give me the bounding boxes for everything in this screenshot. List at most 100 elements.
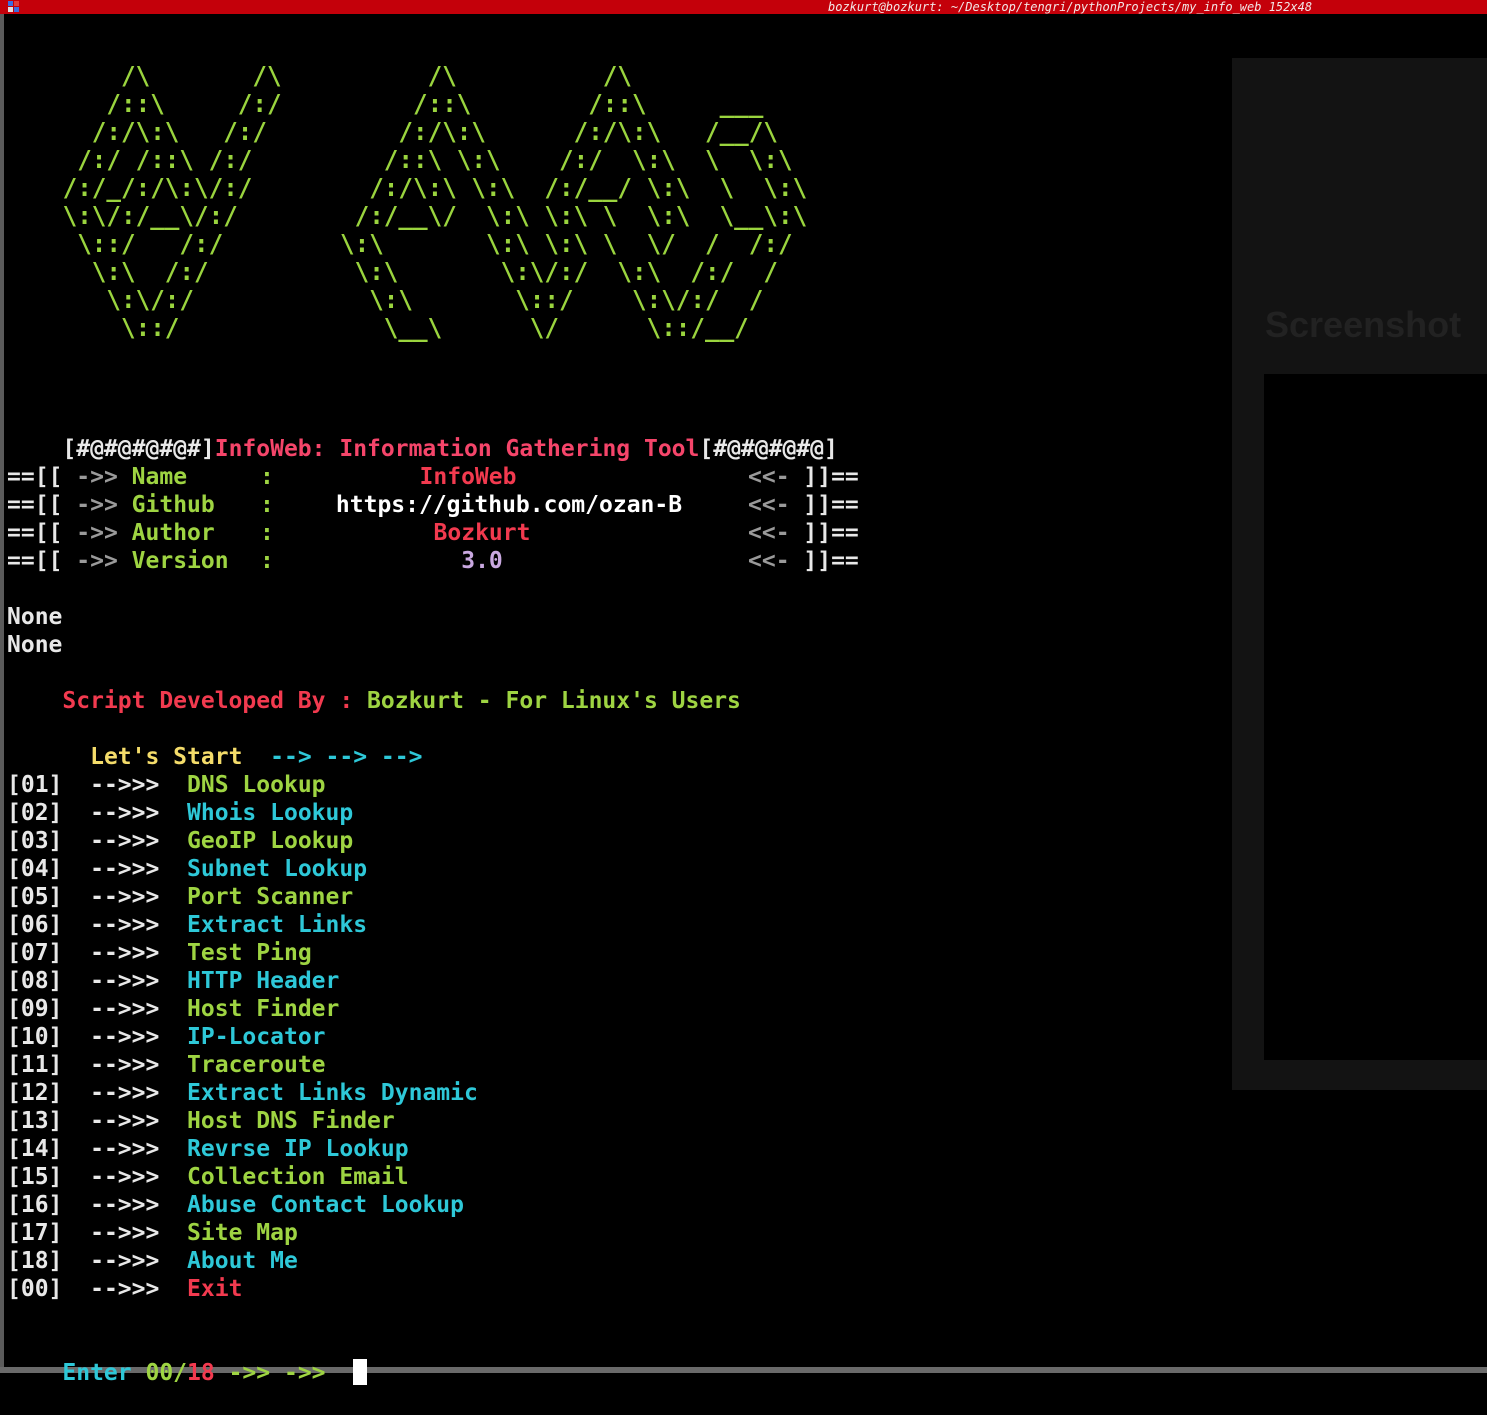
menu-arrow: -->>> (90, 1024, 160, 1050)
menu-item[interactable]: [03] -->>> GeoIP Lookup (7, 827, 353, 855)
menu-item[interactable]: [04] -->>> Subnet Lookup (7, 855, 367, 883)
prompt-range-max: 18 (187, 1360, 215, 1386)
menu-label: Exit (187, 1276, 243, 1302)
info-right-bracket: ]]== (789, 520, 859, 546)
menu-label: GeoIP Lookup (187, 828, 354, 854)
info-row-end: <<- ]]== (748, 519, 859, 547)
start-line: Let's Start --> --> --> (7, 715, 422, 770)
prompt-arrows: ->> ->> (214, 1360, 340, 1386)
menu-number: [01] (7, 772, 63, 798)
menu-label: Revrse IP Lookup (187, 1136, 409, 1162)
info-right-arrow: <<- (748, 520, 790, 546)
menu-number: [15] (7, 1164, 63, 1190)
menu-label: About Me (187, 1248, 298, 1274)
menu-number: [04] (7, 856, 63, 882)
info-row: ==[[ ->> Author: Bozkurt <<- ]]== (7, 519, 867, 547)
ascii-banner: /\ /\ /\ /\ /::\ /:/ /::\ /::\ ___ /:/\:… (62, 61, 808, 342)
menu-arrow: -->>> (90, 1164, 160, 1190)
menu-arrow: -->>> (90, 828, 160, 854)
developer-line: Script Developed By : Bozkurt - For Linu… (7, 659, 741, 714)
menu-item[interactable]: [18] -->>> About Me (7, 1247, 298, 1275)
menu-label: Port Scanner (187, 884, 354, 910)
info-row-end: <<- ]]== (748, 547, 859, 575)
window-titlebar[interactable]: bozkurt@bozkurt: ~/Desktop/tengri/python… (0, 0, 1487, 14)
info-value: InfoWeb (419, 464, 517, 490)
menu-number: [10] (7, 1024, 63, 1050)
info-key: Version (131, 548, 229, 574)
info-key: Name (131, 464, 188, 490)
info-right-bracket: ]]== (789, 464, 859, 490)
menu-item[interactable]: [13] -->>> Host DNS Finder (7, 1107, 395, 1135)
info-left-bracket: ==[[ (7, 464, 77, 490)
menu-number: [05] (7, 884, 63, 910)
menu-label: Traceroute (187, 1052, 326, 1078)
menu-item[interactable]: [01] -->>> DNS Lookup (7, 771, 326, 799)
menu-item[interactable]: [00] -->>> Exit (7, 1275, 242, 1303)
menu-label: Host Finder (187, 996, 340, 1022)
menu-item[interactable]: [08] -->>> HTTP Header (7, 967, 339, 995)
text-cursor[interactable] (353, 1359, 368, 1385)
background-preview-image (1264, 374, 1487, 1060)
menu-label: Abuse Contact Lookup (187, 1192, 464, 1218)
menu-arrow: -->>> (90, 1108, 160, 1134)
menu-number: [18] (7, 1248, 63, 1274)
menu-item[interactable]: [09] -->>> Host Finder (7, 995, 339, 1023)
info-row: ==[[ ->> Name: InfoWeb <<- ]]== (7, 463, 867, 491)
output-none-1: None (7, 604, 63, 630)
menu-item[interactable]: [10] -->>> IP-Locator (7, 1023, 326, 1051)
menu-label: HTTP Header (187, 968, 340, 994)
info-separator: : (260, 520, 274, 546)
info-right-arrow: <<- (748, 464, 790, 490)
menu-number: [11] (7, 1052, 63, 1078)
menu-arrow: -->>> (90, 856, 160, 882)
info-value: Bozkurt (433, 520, 531, 546)
menu-arrow: -->>> (90, 1220, 160, 1246)
info-right-bracket: ]]== (789, 548, 859, 574)
menu-number: [17] (7, 1220, 63, 1246)
menu-item[interactable]: [02] -->>> Whois Lookup (7, 799, 353, 827)
menu-item[interactable]: [17] -->>> Site Map (7, 1219, 298, 1247)
menu-item[interactable]: [15] -->>> Collection Email (7, 1163, 409, 1191)
info-separator: : (260, 548, 274, 574)
prompt-enter: Enter (62, 1360, 146, 1386)
window-border-left (0, 14, 4, 1373)
menu-item[interactable]: [07] -->>> Test Ping (7, 939, 312, 967)
info-value: https://github.com/ozan-B (335, 492, 683, 518)
menu-arrow: -->>> (90, 1136, 160, 1162)
info-row: ==[[ ->> Version: 3.0 <<- ]]== (7, 547, 867, 575)
menu-arrow: -->>> (90, 1248, 160, 1274)
header-prefix: [#@#@#@#@#] (62, 436, 215, 462)
window-title: bozkurt@bozkurt: ~/Desktop/tengri/python… (828, 0, 1313, 14)
menu-label: Subnet Lookup (187, 856, 368, 882)
menu-number: [00] (7, 1276, 63, 1302)
info-right-arrow: <<- (748, 492, 790, 518)
info-key: Author (131, 520, 215, 546)
developer-name: Bozkurt - For Linux's Users (367, 688, 741, 714)
menu-item[interactable]: [12] -->>> Extract Links Dynamic (7, 1079, 478, 1107)
menu-label: Host DNS Finder (187, 1108, 395, 1134)
info-key: Github (131, 492, 215, 518)
info-separator: : (260, 464, 274, 490)
info-row: ==[[ ->> Github: https://github.com/ozan-… (7, 491, 867, 519)
header-suffix: [#@#@#@#@] (699, 436, 838, 462)
menu-arrow: -->>> (90, 912, 160, 938)
menu-arrow: -->>> (90, 800, 160, 826)
menu-label: IP-Locator (187, 1024, 326, 1050)
menu-arrow: -->>> (90, 1276, 160, 1302)
menu-arrow: -->>> (90, 940, 160, 966)
menu-arrow: -->>> (90, 772, 160, 798)
info-arrow: ->> (76, 520, 118, 546)
menu-item[interactable]: [05] -->>> Port Scanner (7, 883, 353, 911)
menu-item[interactable]: [11] -->>> Traceroute (7, 1051, 326, 1079)
menu-item[interactable]: [16] -->>> Abuse Contact Lookup (7, 1191, 464, 1219)
menu-label: Extract Links Dynamic (187, 1080, 478, 1106)
menu-item[interactable]: [14] -->>> Revrse IP Lookup (7, 1135, 409, 1163)
menu-item[interactable]: [06] -->>> Extract Links (7, 911, 367, 939)
menu-label: Extract Links (187, 912, 368, 938)
menu-number: [02] (7, 800, 63, 826)
output-none-2: None (7, 632, 63, 658)
menu-number: [07] (7, 940, 63, 966)
info-separator: : (260, 492, 274, 518)
input-prompt[interactable]: Enter 00/18 ->> ->> (7, 1331, 368, 1386)
terminal-output: [#@#@#@#@#]InfoWeb: Information Gatherin… (7, 0, 859, 1386)
